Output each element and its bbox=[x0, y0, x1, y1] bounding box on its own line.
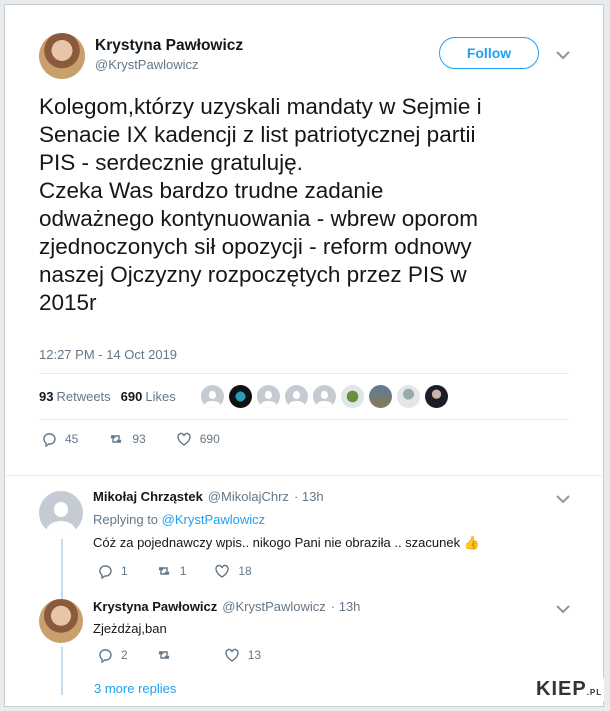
reply-time[interactable]: · 13h bbox=[294, 489, 324, 504]
like-action[interactable]: 13 bbox=[224, 647, 261, 663]
reply-header: Mikołaj Chrząstek @MikolajChrz · 13h bbox=[93, 489, 324, 504]
reply-header: Krystyna Pawłowicz @KrystPawlowicz · 13h bbox=[93, 599, 360, 614]
likes-stat[interactable]: 690 Likes bbox=[121, 389, 176, 404]
reply-avatar[interactable] bbox=[39, 491, 83, 535]
retweet-icon bbox=[110, 435, 122, 443]
reply-action[interactable]: 1 bbox=[97, 563, 128, 579]
reply-icon bbox=[43, 433, 56, 447]
reply-author-name[interactable]: Mikołaj Chrząstek bbox=[93, 489, 203, 504]
liker-avatar[interactable] bbox=[201, 385, 224, 408]
reply-text: Cóż za pojednawczy wpis.. nikogo Pani ni… bbox=[93, 535, 480, 550]
likers-avatars bbox=[201, 385, 448, 408]
retweet-icon bbox=[158, 567, 170, 575]
author-handle[interactable]: @KrystPawlowicz bbox=[95, 57, 199, 72]
liker-avatar[interactable] bbox=[313, 385, 336, 408]
retweet-action[interactable] bbox=[156, 647, 196, 663]
liker-avatar[interactable] bbox=[285, 385, 308, 408]
watermark-logo: KIEP.PL bbox=[534, 678, 605, 701]
chevron-down-icon[interactable] bbox=[555, 49, 571, 61]
reply-avatar[interactable] bbox=[39, 599, 83, 643]
reply-actions: 1 1 18 bbox=[97, 563, 252, 579]
liker-avatar[interactable] bbox=[341, 385, 364, 408]
retweet-action[interactable]: 93 bbox=[108, 431, 146, 447]
reply-icon bbox=[99, 649, 112, 663]
tweet-stats: 93 Retweets 690 Likes bbox=[39, 389, 176, 404]
tweet-actions: 45 93 690 bbox=[41, 431, 220, 447]
heart-icon bbox=[224, 648, 239, 662]
author-name[interactable]: Krystyna Pawłowicz bbox=[95, 37, 243, 55]
thread-line bbox=[61, 539, 63, 599]
liker-avatar[interactable] bbox=[425, 385, 448, 408]
replying-to-link[interactable]: @KrystPawlowicz bbox=[162, 512, 266, 527]
retweet-icon bbox=[158, 651, 170, 659]
heart-icon bbox=[215, 564, 230, 578]
reply-author-name[interactable]: Krystyna Pawłowicz bbox=[93, 599, 217, 614]
reply-author-handle[interactable]: @KrystPawlowicz bbox=[222, 599, 326, 614]
liker-avatar[interactable] bbox=[229, 385, 252, 408]
reply-time[interactable]: · 13h bbox=[331, 599, 361, 614]
tweet-text: Kolegom,którzy uzyskali mandaty w Sejmie… bbox=[39, 94, 482, 315]
liker-avatar[interactable] bbox=[369, 385, 392, 408]
thread-line bbox=[61, 647, 63, 695]
more-replies-link[interactable]: 3 more replies bbox=[94, 681, 176, 696]
follow-button[interactable]: Follow bbox=[439, 37, 539, 69]
divider bbox=[5, 475, 603, 476]
chevron-down-icon[interactable] bbox=[555, 493, 571, 505]
author-avatar[interactable] bbox=[39, 33, 85, 79]
tweet-timestamp[interactable]: 12:27 PM - 14 Oct 2019 bbox=[39, 347, 177, 362]
divider bbox=[39, 373, 569, 374]
like-action[interactable]: 690 bbox=[176, 431, 220, 447]
retweet-action[interactable]: 1 bbox=[156, 563, 186, 579]
liker-avatar[interactable] bbox=[257, 385, 280, 408]
tweet-card: Krystyna Pawłowicz @KrystPawlowicz Follo… bbox=[4, 4, 604, 707]
reply-action[interactable]: 45 bbox=[41, 431, 78, 447]
reply-text: Zjeżdżaj,ban bbox=[93, 621, 167, 636]
reply-action[interactable]: 2 bbox=[97, 647, 128, 663]
chevron-down-icon[interactable] bbox=[555, 603, 571, 615]
reply-author-handle[interactable]: @MikolajChrz bbox=[208, 489, 289, 504]
heart-icon bbox=[177, 432, 191, 446]
liker-avatar[interactable] bbox=[397, 385, 420, 408]
reply-icon bbox=[99, 565, 112, 579]
like-action[interactable]: 18 bbox=[214, 563, 252, 579]
reply-actions: 2 13 bbox=[97, 647, 261, 663]
replying-to: Replying to @KrystPawlowicz bbox=[93, 512, 266, 527]
retweets-stat[interactable]: 93 Retweets bbox=[39, 389, 111, 404]
divider bbox=[39, 419, 569, 420]
